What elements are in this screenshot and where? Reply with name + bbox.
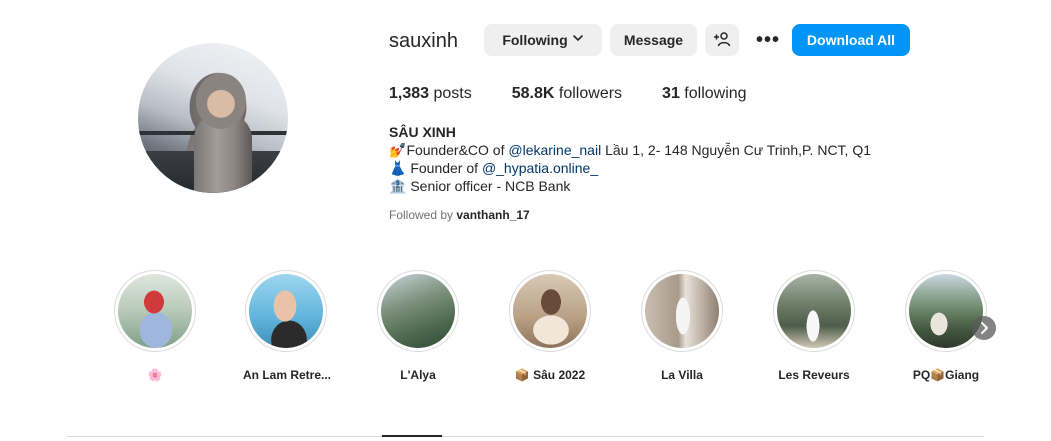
nail-polish-icon: 💅 — [389, 142, 407, 158]
highlight-label: La Villa — [661, 368, 703, 382]
highlight-cover — [777, 274, 851, 348]
active-tab-indicator — [382, 435, 442, 437]
message-button[interactable]: Message — [610, 24, 697, 56]
dress-icon: 👗 — [389, 160, 407, 176]
highlight-ring — [377, 270, 459, 352]
highlight-label: An Lam Retre... — [243, 368, 332, 382]
more-options-button[interactable]: ••• — [752, 24, 784, 56]
bio-text: Senior officer - NCB Bank — [406, 178, 571, 194]
highlight-item[interactable]: La Villa — [639, 270, 725, 382]
full-name: SÂU XINH — [389, 124, 456, 140]
highlight-item[interactable]: 📦 Sâu 2022 — [507, 270, 593, 382]
highlight-item[interactable]: 🌸 — [112, 270, 198, 382]
username: sauxinh — [389, 30, 458, 52]
profile-stats: 1,383 posts 58.8K followers 31 following — [389, 84, 787, 104]
following-count: 31 — [662, 85, 680, 102]
bio-line-2: 👗 Founder of @_hypatia.online_ — [389, 159, 871, 177]
followers-count: 58.8K — [511, 85, 555, 102]
download-all-button[interactable]: Download All — [792, 24, 910, 56]
highlight-label: 🌸 — [147, 368, 163, 382]
highlight-ring — [114, 270, 196, 352]
highlight-cover — [381, 274, 455, 348]
highlight-cover — [249, 274, 323, 348]
avatar-hood — [196, 73, 246, 129]
profile-bio: SÂU XINH 💅Founder&CO of @lekarine_nail L… — [389, 123, 871, 195]
followers-label: followers — [558, 85, 623, 102]
highlight-label: PQ📦Giang — [912, 368, 980, 382]
posts-label: posts — [433, 85, 472, 102]
chevron-right-icon[interactable] — [972, 316, 996, 340]
highlight-ring — [509, 270, 591, 352]
bio-line-3: 🏦 Senior officer - NCB Bank — [389, 177, 871, 195]
highlight-ring — [245, 270, 327, 352]
following-label: following — [684, 85, 747, 102]
highlight-label: Les Reveurs — [778, 368, 850, 382]
highlight-item[interactable]: An Lam Retre... — [243, 270, 332, 382]
bio-line-1: 💅Founder&CO of @lekarine_nail Lầu 1, 2- … — [389, 141, 871, 159]
posts-stat: 1,383 posts — [389, 84, 472, 104]
add-user-button[interactable] — [705, 24, 739, 56]
followers-stat[interactable]: 58.8K followers — [512, 84, 622, 104]
following-button[interactable]: Following — [484, 24, 602, 56]
highlight-cover — [645, 274, 719, 348]
bank-icon: 🏦 — [389, 178, 407, 194]
bio-text: Lầu 1, 2- 148 Nguyễn Cư Trinh,P. NCT, Q1 — [601, 142, 872, 158]
add-user-icon — [713, 31, 731, 50]
posts-count: 1,383 — [389, 85, 430, 102]
bio-text: Founder&CO of — [406, 142, 509, 158]
highlight-item[interactable]: L'Alya — [375, 270, 461, 382]
highlight-cover — [118, 274, 192, 348]
highlight-ring — [773, 270, 855, 352]
followed-by-prefix: Followed by — [389, 208, 457, 222]
bio-link-hypatia[interactable]: @_hypatia.online_ — [482, 160, 598, 176]
bio-link-lekarine[interactable]: @lekarine_nail — [508, 142, 601, 158]
highlight-label: L'Alya — [400, 368, 436, 382]
highlight-item[interactable]: Les Reveurs — [771, 270, 857, 382]
followed-by-user: vanthanh_17 — [456, 208, 530, 222]
chevron-down-icon — [572, 32, 584, 47]
highlight-cover — [513, 274, 587, 348]
followed-by[interactable]: Followed by vanthanh_17 — [389, 208, 530, 222]
profile-avatar[interactable] — [138, 43, 288, 193]
section-divider — [67, 436, 984, 437]
highlight-ring — [641, 270, 723, 352]
highlight-label: 📦 Sâu 2022 — [514, 368, 586, 382]
following-stat[interactable]: 31 following — [662, 84, 747, 104]
following-button-label: Following — [502, 32, 568, 48]
bio-text: Founder of — [406, 160, 482, 176]
